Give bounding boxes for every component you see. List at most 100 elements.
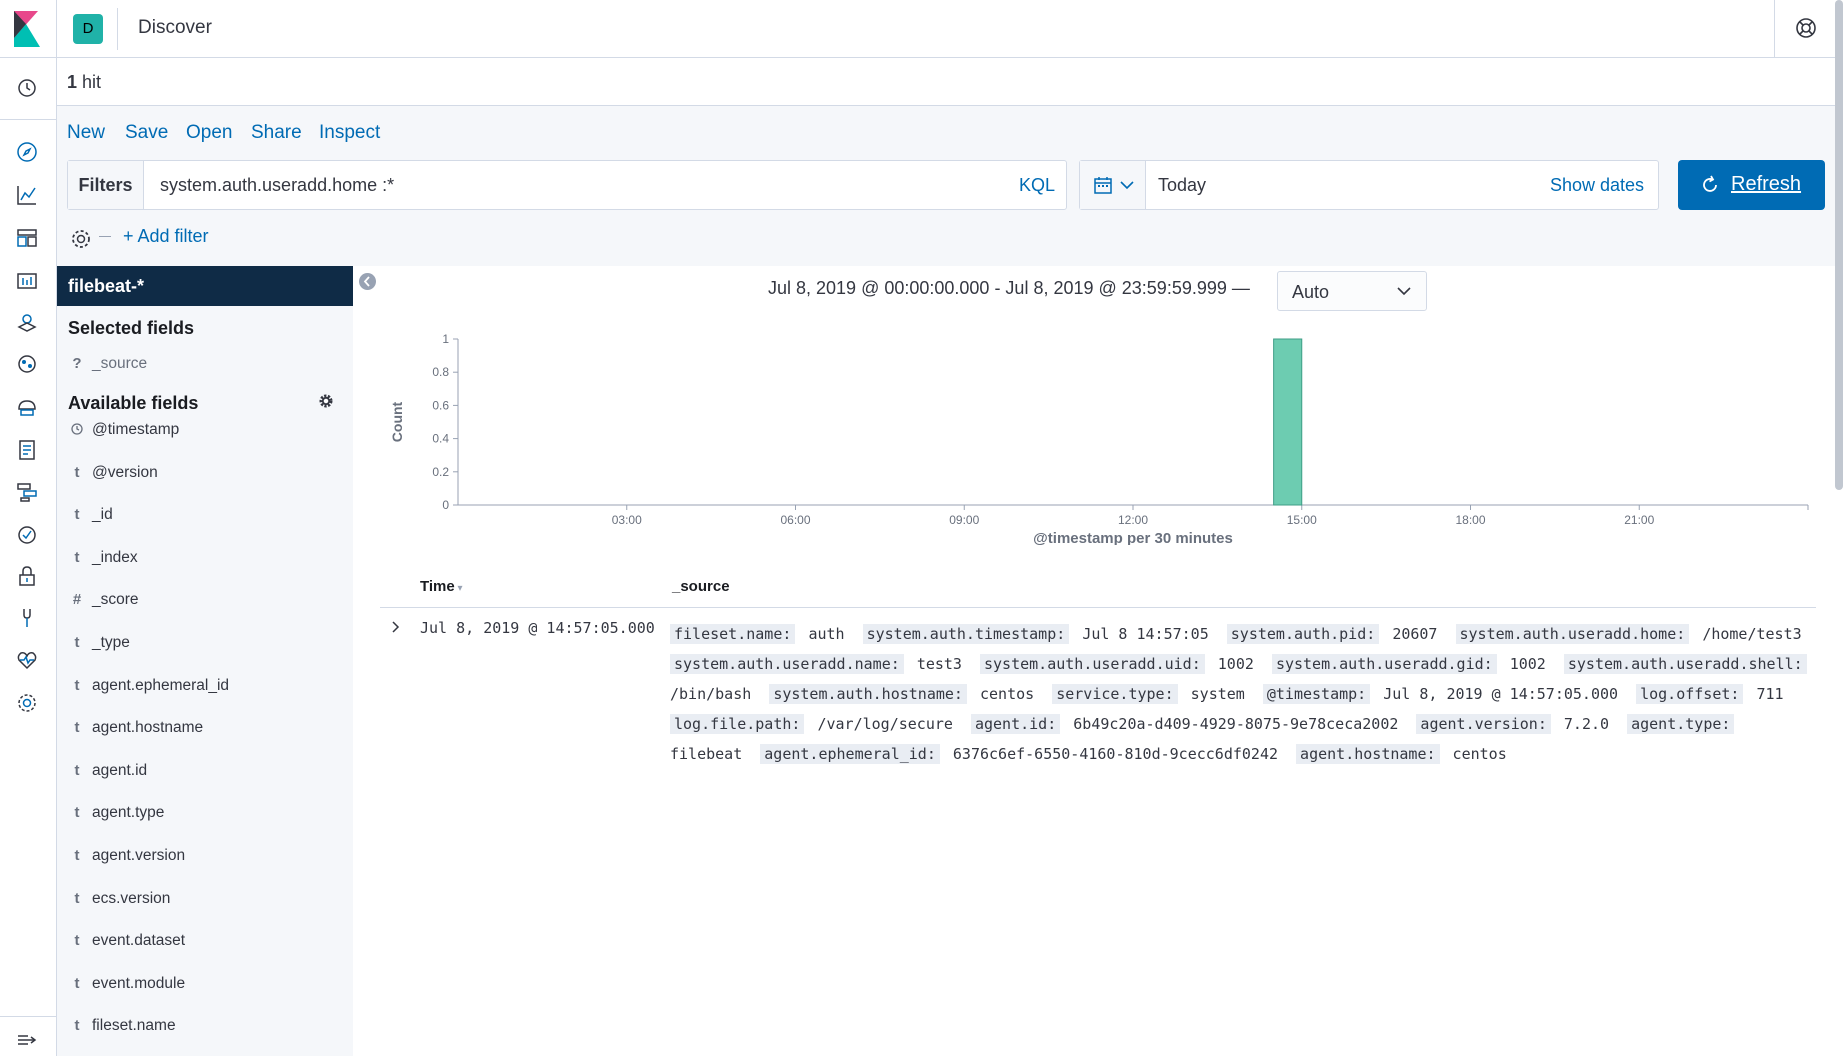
date-value[interactable]: Today — [1158, 175, 1206, 196]
y-tick-label: 0 — [442, 498, 449, 512]
visualize-icon[interactable] — [15, 183, 39, 207]
field-item[interactable]: t event.module — [57, 965, 353, 1007]
field-type-icon: t — [74, 463, 80, 481]
source-field-key: log.offset: — [1636, 684, 1744, 704]
open-button[interactable]: Open — [186, 122, 232, 144]
field-name: @version — [92, 463, 158, 481]
interval-select[interactable]: Auto — [1277, 271, 1427, 311]
maps-icon[interactable] — [15, 310, 39, 334]
field-type-icon: # — [72, 591, 82, 609]
canvas-icon[interactable] — [15, 268, 39, 292]
uptime-icon[interactable] — [15, 522, 39, 546]
y-tick-label: 0.8 — [432, 365, 449, 379]
security-icon[interactable] — [15, 564, 39, 588]
field-item[interactable]: t agent.ephemeral_id — [57, 667, 353, 709]
source-field-value: test3 — [916, 655, 962, 673]
collapse-nav-icon[interactable] — [15, 1028, 39, 1052]
apm-icon[interactable] — [15, 480, 39, 504]
nav-divider — [0, 1016, 57, 1017]
header-divider — [117, 8, 118, 50]
inspect-button[interactable]: Inspect — [319, 122, 380, 144]
kibana-logo[interactable] — [0, 0, 57, 58]
management-icon[interactable] — [15, 691, 39, 715]
field-item[interactable]: t event.dataset — [57, 922, 353, 964]
source-field-value: 7.2.0 — [1563, 715, 1610, 733]
discover-icon[interactable] — [15, 140, 39, 164]
y-axis-label: Count — [389, 401, 405, 442]
show-dates-link[interactable]: Show dates — [1550, 175, 1644, 196]
index-pattern-selector[interactable]: filebeat-* — [57, 266, 353, 306]
field-name: agent.hostname — [92, 719, 204, 737]
source-field-key: fileset.name: — [670, 624, 796, 644]
y-tick-label: 0.6 — [432, 398, 449, 412]
share-button[interactable]: Share — [251, 122, 302, 144]
source-field-key: system.auth.useradd.name: — [670, 654, 904, 674]
refresh-button[interactable]: Refresh — [1678, 160, 1825, 210]
dashboard-icon[interactable] — [15, 226, 39, 250]
source-field-value: centos — [980, 685, 1035, 703]
save-button[interactable]: Save — [125, 122, 168, 144]
field-item[interactable]: # _score — [57, 581, 353, 623]
source-field-key: agent.id: — [970, 714, 1061, 734]
ml-icon[interactable] — [15, 352, 39, 376]
date-picker[interactable]: Today Show dates — [1079, 160, 1659, 210]
source-field-value: /home/test3 — [1702, 625, 1802, 643]
chevron-down-icon — [1397, 287, 1411, 296]
collapse-sidebar-button[interactable] — [359, 273, 376, 290]
field-item[interactable]: t ecs.version — [57, 880, 353, 922]
field-item[interactable]: t fileset.name — [57, 1007, 353, 1049]
hit-count-label: hit — [82, 72, 102, 92]
field-type-icon: t — [74, 804, 80, 822]
help-icon[interactable] — [1795, 17, 1817, 39]
field-name: _id — [92, 506, 113, 524]
column-header-time[interactable]: Time ▾ — [420, 578, 463, 595]
column-header-source: _source — [672, 578, 730, 595]
new-button[interactable]: New — [67, 122, 105, 144]
field-item[interactable]: t _id — [57, 496, 353, 538]
field-item[interactable]: @timestamp — [57, 411, 353, 453]
source-field-value: /bin/bash — [670, 685, 752, 703]
x-tick-label: 12:00 — [1118, 513, 1148, 527]
hits-row: 1 hit — [57, 58, 1843, 106]
infrastructure-icon[interactable] — [15, 395, 39, 419]
field-name: agent.type — [92, 804, 165, 822]
source-field-value: 711 — [1756, 685, 1784, 703]
help-menu[interactable] — [1774, 0, 1843, 58]
field-item[interactable]: t _type — [57, 624, 353, 666]
add-filter-button[interactable]: + Add filter — [123, 226, 209, 247]
field-item[interactable]: t agent.version — [57, 837, 353, 879]
filter-settings-gear-icon[interactable] — [70, 228, 92, 250]
logs-icon[interactable] — [15, 438, 39, 462]
field-item[interactable]: t _index — [57, 539, 353, 581]
recent-icon[interactable] — [15, 76, 39, 100]
field-item[interactable]: t agent.id — [57, 752, 353, 794]
expand-row-chevron-icon[interactable] — [388, 620, 402, 634]
quick-select-button[interactable] — [1080, 161, 1146, 209]
sort-icon[interactable]: ▾ — [455, 583, 463, 594]
page-scrollbar[interactable] — [1835, 0, 1843, 490]
selected-fields-title: Selected fields — [68, 318, 195, 338]
monitoring-icon[interactable] — [15, 648, 39, 672]
kql-toggle[interactable]: KQL — [1019, 175, 1055, 196]
field-type-icon: t — [74, 719, 80, 737]
space-avatar[interactable]: D — [73, 14, 103, 44]
field-name: _source — [92, 355, 148, 372]
search-input[interactable]: Filters system.auth.useradd.home :* KQL — [67, 160, 1067, 210]
field-item[interactable]: ? _source — [57, 345, 353, 387]
field-name: event.dataset — [92, 932, 186, 950]
source-field-value: system — [1190, 685, 1245, 703]
field-sidebar: filebeat-* Selected fields ? _source Ava… — [57, 266, 353, 1056]
gear-icon[interactable] — [319, 394, 333, 408]
field-item[interactable]: t agent.type — [57, 794, 353, 836]
field-type-icon: t — [74, 548, 80, 566]
source-field-key: system.auth.useradd.gid: — [1271, 654, 1497, 674]
x-tick-label: 03:00 — [612, 513, 642, 527]
query-text[interactable]: system.auth.useradd.home :* — [160, 175, 394, 196]
field-type-icon: t — [74, 889, 80, 907]
field-item[interactable]: t @version — [57, 454, 353, 496]
field-item[interactable]: t agent.hostname — [57, 709, 353, 751]
field-type-icon: t — [74, 634, 80, 651]
refresh-label: Refresh — [1731, 173, 1802, 195]
dev-tools-icon[interactable] — [15, 606, 39, 630]
field-type-icon: t — [74, 847, 80, 864]
